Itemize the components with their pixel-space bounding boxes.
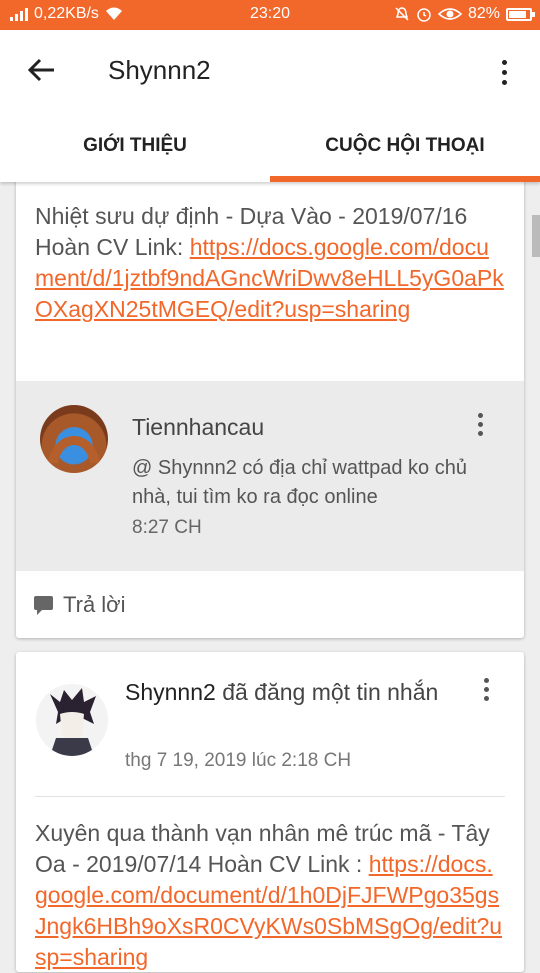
post-action: đã đăng một tin nhắn: [222, 679, 439, 705]
reply-button-label: Trả lời: [63, 592, 126, 617]
reply-more-icon[interactable]: [472, 409, 488, 439]
reply-author[interactable]: Tiennhancau: [132, 414, 264, 441]
scrollbar-thumb[interactable]: [532, 215, 540, 257]
post-message-text: Xuyên qua thành vạn nhân mê trúc mã - Tâ…: [35, 818, 505, 973]
post-more-icon[interactable]: [478, 674, 494, 704]
reply-item: Tiennhancau @ Shynnn2 có địa chỉ wattpad…: [16, 381, 524, 571]
back-arrow-icon[interactable]: [24, 52, 60, 88]
avatar[interactable]: [40, 405, 108, 473]
battery-icon: [506, 7, 535, 21]
reply-time: 8:27 CH: [132, 517, 202, 538]
active-tab-indicator: [270, 176, 540, 182]
post-card: Shynnn2 đã đăng một tin nhắn thg 7 19, 2…: [16, 652, 524, 972]
conversation-card: Nhiệt sưu dự định - Dựa Vào - 2019/07/16…: [16, 170, 524, 638]
battery-percent: 82%: [467, 5, 500, 22]
alarm-icon: [417, 8, 431, 22]
more-vert-icon[interactable]: [494, 54, 514, 90]
post-timestamp: thg 7 19, 2019 lúc 2:18 CH: [125, 750, 352, 771]
mute-icon: [395, 7, 409, 21]
post-header: Shynnn2 đã đăng một tin nhắn: [125, 676, 465, 708]
tab-about[interactable]: GIỚI THIỆU: [0, 118, 270, 182]
divider: [35, 796, 505, 797]
tab-conversations[interactable]: CUỘC HỘI THOẠI: [270, 118, 540, 182]
reply-bubble-icon: [34, 596, 53, 615]
reply-button[interactable]: Trả lời: [34, 590, 126, 620]
tab-about-label: GIỚI THIỆU: [83, 135, 187, 156]
message-text: Nhiệt sưu dự định - Dựa Vào - 2019/07/16…: [35, 201, 505, 325]
tab-conversations-label: CUỘC HỘI THOẠI: [325, 135, 485, 156]
status-bar: 0,22KB/s 23:20 82%: [0, 0, 540, 30]
eye-icon: [437, 8, 462, 20]
reply-text: @ Shynnn2 có địa chỉ wattpad ko chủ nhà,…: [132, 457, 467, 508]
page-title: Shynnn2: [108, 55, 211, 85]
post-author[interactable]: Shynnn2: [125, 679, 216, 705]
avatar[interactable]: [36, 684, 108, 756]
app-bar: Shynnn2 GIỚI THIỆU CUỘC HỘI THOẠI: [0, 30, 540, 182]
